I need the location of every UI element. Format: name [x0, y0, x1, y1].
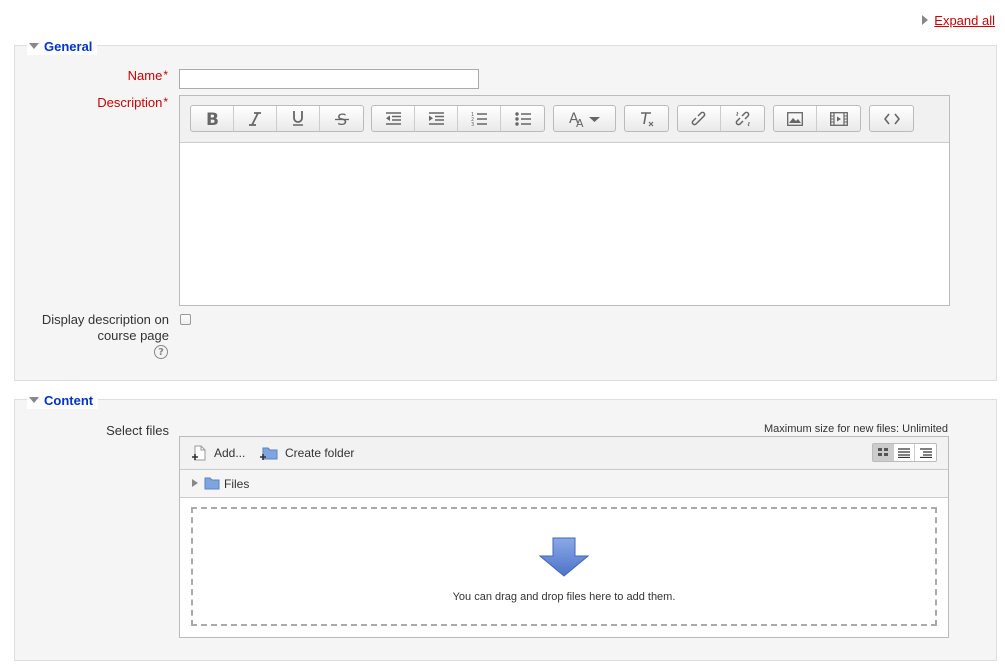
dropzone-text: You can drag and drop files here to add …: [452, 591, 676, 603]
unlink-button[interactable]: [721, 106, 764, 131]
collapse-triangle-icon[interactable]: [29, 43, 39, 49]
file-manager: Add... Create folder Files You can drag …: [179, 436, 949, 638]
image-icon: [787, 111, 803, 126]
link-icon: [691, 111, 706, 125]
strikethrough-icon: S: [334, 111, 349, 127]
display-description-line2: course page: [97, 328, 169, 343]
list-view-button[interactable]: [894, 444, 915, 461]
link-group: [677, 105, 765, 132]
icons-view-icon: [877, 448, 888, 456]
path-folder-label[interactable]: Files: [224, 477, 249, 491]
name-label: Name*: [128, 68, 168, 83]
ordered-list-button[interactable]: 123: [458, 106, 501, 131]
font-size-group: AA: [553, 105, 616, 132]
image-button[interactable]: [774, 106, 817, 131]
list-view-icon: [898, 447, 910, 458]
link-button[interactable]: [678, 106, 721, 131]
create-folder-button[interactable]: Create folder: [260, 437, 354, 469]
required-icon: *: [163, 68, 168, 82]
text-style-group: B S: [190, 105, 364, 132]
name-label-text: Name: [127, 68, 163, 83]
drop-arrow-icon: [539, 537, 589, 577]
italic-icon: [249, 111, 261, 126]
html-group: [869, 105, 914, 132]
select-files-label: Select files: [106, 423, 169, 438]
max-size-text: Maximum size for new files: Unlimited: [764, 423, 948, 435]
tree-view-button[interactable]: [915, 444, 936, 461]
indent-button[interactable]: [415, 106, 458, 131]
file-path-bar: Files: [180, 470, 948, 498]
collapse-triangle-icon[interactable]: [29, 397, 39, 403]
tree-view-icon: [919, 447, 932, 458]
content-legend[interactable]: Content: [27, 391, 99, 409]
strikethrough-button[interactable]: S: [320, 106, 363, 131]
list-group: 123: [371, 105, 545, 132]
media-button[interactable]: [817, 106, 860, 131]
bold-button[interactable]: B: [191, 106, 234, 131]
description-textarea[interactable]: [180, 143, 949, 305]
font-size-icon: AA: [569, 111, 600, 127]
file-dropzone[interactable]: You can drag and drop files here to add …: [191, 507, 937, 626]
html-source-icon: [883, 113, 900, 124]
clear-formatting-icon: [640, 111, 653, 126]
underline-icon: [293, 111, 303, 126]
svg-text:3: 3: [471, 122, 474, 126]
underline-button[interactable]: [277, 106, 320, 131]
outdent-button[interactable]: [372, 106, 415, 131]
description-editor: B S 123 A A: [179, 95, 950, 306]
clear-formatting-button[interactable]: [625, 106, 668, 131]
name-input[interactable]: [179, 69, 479, 89]
icons-view-button[interactable]: [873, 444, 894, 461]
add-file-button[interactable]: Add...: [191, 437, 245, 469]
required-icon: *: [163, 95, 168, 109]
display-description-label: Display description on course page: [42, 312, 169, 344]
media-group: [773, 105, 861, 132]
content-legend-label[interactable]: Content: [44, 393, 93, 408]
expand-all-link[interactable]: Expand all: [934, 13, 995, 28]
add-file-icon: [192, 445, 206, 460]
folder-icon: [204, 477, 220, 490]
add-file-label[interactable]: Add...: [214, 446, 245, 460]
outdent-icon: [386, 111, 401, 125]
unordered-list-button[interactable]: [501, 106, 544, 131]
expand-path-icon[interactable]: [192, 479, 198, 487]
bold-icon: B: [206, 111, 219, 127]
font-size-button[interactable]: AA: [554, 106, 615, 131]
file-manager-toolbar: Add... Create folder: [180, 437, 948, 470]
description-label-text: Description: [97, 95, 163, 110]
clear-group: [624, 105, 669, 132]
svg-text:A: A: [576, 117, 584, 127]
expand-arrow-icon[interactable]: [922, 15, 928, 25]
indent-icon: [429, 111, 444, 125]
help-icon[interactable]: ?: [154, 345, 168, 359]
general-legend-label[interactable]: General: [44, 39, 92, 54]
svg-text:B: B: [206, 111, 219, 127]
media-icon: [829, 111, 848, 126]
ordered-list-icon: 123: [471, 112, 487, 126]
italic-button[interactable]: [234, 106, 277, 131]
create-folder-icon: [260, 447, 278, 460]
unordered-list-icon: [514, 111, 531, 126]
unlink-icon: [735, 111, 750, 126]
display-description-line1: Display description on: [41, 312, 169, 327]
create-folder-label[interactable]: Create folder: [285, 446, 354, 460]
editor-toolbar: B S 123 A A: [180, 96, 949, 143]
display-description-checkbox[interactable]: [180, 314, 191, 325]
description-label: Description*: [97, 95, 168, 110]
html-source-button[interactable]: [870, 106, 913, 131]
view-mode-switcher: [872, 443, 937, 462]
general-legend[interactable]: General: [27, 37, 98, 55]
